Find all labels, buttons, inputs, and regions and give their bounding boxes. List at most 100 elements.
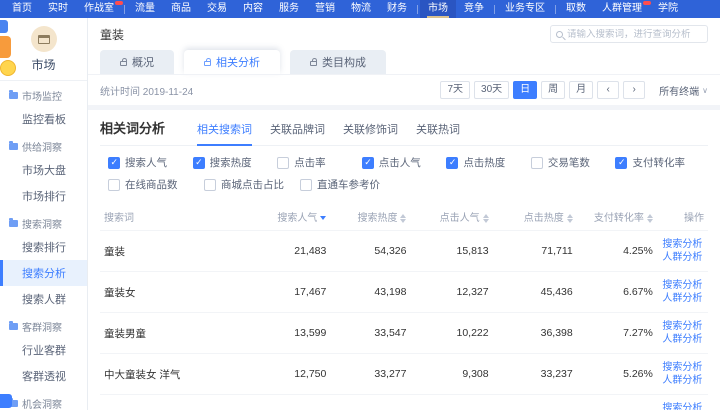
sidebar-item[interactable]: 客群透视: [0, 363, 87, 389]
topnav-item[interactable]: 服务: [271, 0, 307, 18]
topnav-item-label: 业务专区: [505, 3, 545, 14]
sidebar-item[interactable]: 市场排行: [0, 183, 87, 209]
checkbox-icon[interactable]: [446, 157, 458, 169]
subtab[interactable]: 关联热词: [416, 121, 460, 145]
crowd-analysis-link[interactable]: 人群分析: [661, 333, 704, 346]
float-widget-icon[interactable]: [0, 20, 8, 33]
topnav-item[interactable]: 取数: [558, 0, 594, 18]
float-assistant-icon[interactable]: [0, 60, 16, 76]
date-range-button[interactable]: 日: [513, 81, 537, 99]
checkbox-icon[interactable]: [277, 157, 289, 169]
subtab[interactable]: 相关搜索词: [197, 121, 252, 145]
column-header[interactable]: 点击人气: [410, 203, 492, 231]
sort-icon[interactable]: [483, 214, 489, 223]
topnav-item[interactable]: 营销: [307, 0, 343, 18]
topnav-item[interactable]: 物流: [343, 0, 379, 18]
content-tab[interactable]: 类目构成: [290, 50, 386, 74]
topnav-item[interactable]: 市场: [420, 0, 456, 18]
metric-filter[interactable]: 点击人气: [362, 155, 447, 170]
column-header[interactable]: 操作: [657, 203, 708, 231]
checkbox-icon[interactable]: [204, 179, 216, 191]
checkbox-icon[interactable]: [300, 179, 312, 191]
sidebar-item[interactable]: 市场大盘: [0, 157, 87, 183]
topnav-item[interactable]: 人群管理: [594, 0, 650, 18]
float-toolbar-icon[interactable]: [0, 394, 12, 408]
column-header[interactable]: 搜索人气: [250, 203, 330, 231]
metric-filter[interactable]: 支付转化率: [615, 155, 700, 170]
topnav-item[interactable]: 学院: [650, 0, 686, 18]
metric-filter[interactable]: 交易笔数: [531, 155, 616, 170]
terminal-select[interactable]: 所有终端 ∨: [659, 83, 708, 98]
metric-filter-label: 在线商品数: [125, 177, 178, 192]
date-range-button[interactable]: 月: [569, 81, 593, 99]
date-range-button[interactable]: 周: [541, 81, 565, 99]
sidebar-item[interactable]: 行业客群: [0, 337, 87, 363]
click-popularity-cell: 9,308: [410, 354, 492, 395]
topnav-item-label: 学院: [658, 3, 678, 14]
subtab[interactable]: 关联修饰词: [343, 121, 398, 145]
crowd-analysis-link[interactable]: 人群分析: [661, 292, 704, 305]
sidebar-item[interactable]: 搜索分析: [0, 260, 87, 286]
metric-filter[interactable]: 搜索人气: [108, 155, 193, 170]
topnav-item[interactable]: 作战室: [76, 0, 122, 18]
crowd-analysis-link[interactable]: 人群分析: [661, 374, 704, 387]
column-header[interactable]: 搜索热度: [330, 203, 410, 231]
topnav-item[interactable]: 内容: [235, 0, 271, 18]
topnav-item[interactable]: 首页: [4, 0, 40, 18]
date-range-button[interactable]: 30天: [474, 81, 509, 99]
crowd-analysis-link[interactable]: 人群分析: [661, 251, 704, 264]
main-content: 童装 概况 相关分析 类目构成: [88, 18, 720, 410]
topnav-item[interactable]: 财务: [379, 0, 415, 18]
new-badge: [115, 1, 123, 5]
float-promo-tag-icon[interactable]: [0, 36, 11, 58]
sort-icon[interactable]: [647, 214, 653, 223]
metric-filter[interactable]: 商城点击占比: [204, 177, 300, 192]
checkbox-icon[interactable]: [362, 157, 374, 169]
search-analysis-link[interactable]: 搜索分析: [661, 402, 704, 410]
checkbox-icon[interactable]: [531, 157, 543, 169]
metric-filter[interactable]: 搜索热度: [193, 155, 278, 170]
column-header[interactable]: 支付转化率: [577, 203, 657, 231]
prev-button[interactable]: ‹: [597, 81, 619, 99]
metric-filter[interactable]: 在线商品数: [108, 177, 204, 192]
column-header[interactable]: 点击热度: [493, 203, 577, 231]
topnav-item[interactable]: 流量: [127, 0, 163, 18]
topnav-item-label: 人群管理: [602, 3, 642, 14]
sidebar-item[interactable]: 监控看板: [0, 106, 87, 132]
sidebar-item[interactable]: 搜索排行: [0, 234, 87, 260]
sidebar-item[interactable]: 搜索人群: [0, 286, 87, 312]
checkbox-icon[interactable]: [193, 157, 205, 169]
checkbox-icon[interactable]: [108, 179, 120, 191]
subtab[interactable]: 关联品牌词: [270, 121, 325, 145]
sort-desc-icon[interactable]: [320, 216, 326, 220]
topnav-item[interactable]: 商品: [163, 0, 199, 18]
metric-filter[interactable]: 点击热度: [446, 155, 531, 170]
pay-conversion-cell: 5.26%: [577, 354, 657, 395]
search-analysis-link[interactable]: 搜索分析: [661, 279, 704, 292]
checkbox-icon[interactable]: [108, 157, 120, 169]
column-header[interactable]: 搜索词: [100, 203, 250, 231]
content-tab[interactable]: 相关分析: [184, 50, 280, 74]
search-input[interactable]: [567, 29, 702, 40]
chevron-down-icon: ∨: [702, 86, 708, 95]
topnav-item[interactable]: 竞争: [456, 0, 492, 18]
metric-filter[interactable]: 直通车参考价: [300, 177, 396, 192]
search-analysis-link[interactable]: 搜索分析: [661, 361, 704, 374]
topnav-item-label: 交易: [207, 3, 227, 14]
lock-icon: [204, 61, 211, 66]
checkbox-icon[interactable]: [615, 157, 627, 169]
sort-icon[interactable]: [400, 214, 406, 223]
topnav-item[interactable]: 实时: [40, 0, 76, 18]
sort-icon[interactable]: [567, 214, 573, 223]
table-row: 童装 21,483 54,326 15,813 71,711 4.25% 搜索分…: [100, 231, 708, 272]
topnav-item[interactable]: 交易: [199, 0, 235, 18]
topnav-item[interactable]: 业务专区: [497, 0, 553, 18]
metric-filter[interactable]: 点击率: [277, 155, 362, 170]
search-analysis-link[interactable]: 搜索分析: [661, 238, 704, 251]
search-heat-cell: 33,547: [330, 313, 410, 354]
content-tab[interactable]: 概况: [100, 50, 174, 74]
next-button[interactable]: ›: [623, 81, 645, 99]
date-range-button[interactable]: 7天: [440, 81, 470, 99]
lock-icon: [120, 61, 127, 66]
search-analysis-link[interactable]: 搜索分析: [661, 320, 704, 333]
